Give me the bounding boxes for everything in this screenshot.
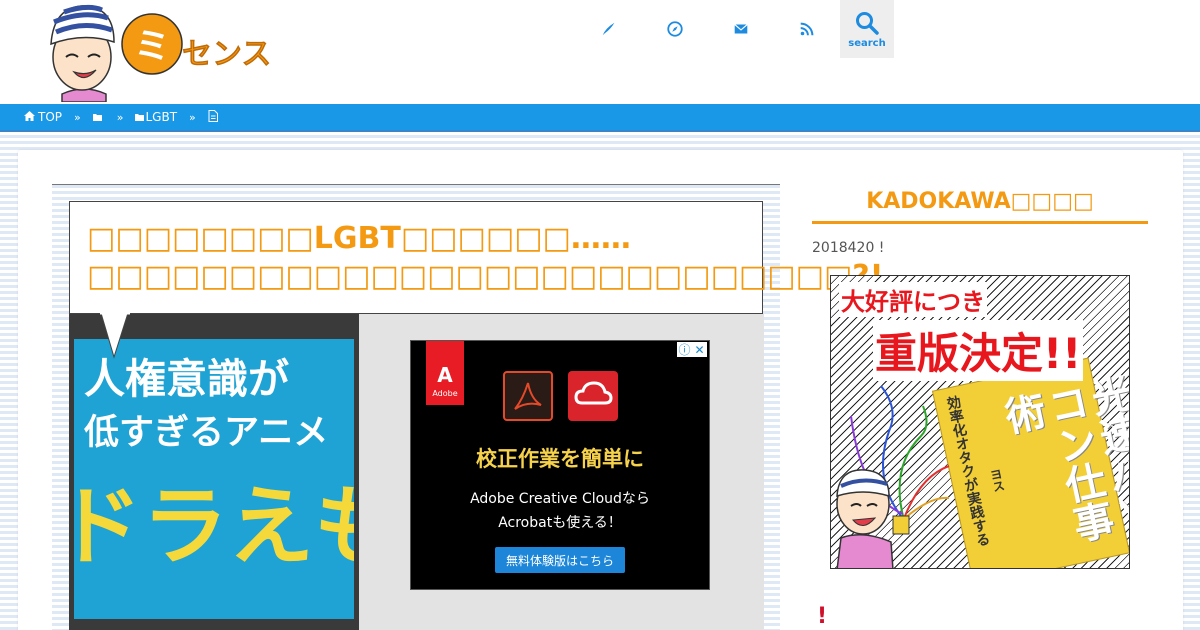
nav-write[interactable] [576, 0, 642, 58]
search-button[interactable]: search [840, 0, 894, 58]
ad-cta-button[interactable]: 無料体験版はこちら [495, 547, 625, 573]
sidebar-next-heading: ! [817, 604, 828, 629]
article-title-bubble: □□□□□□□□LGBT□□□□□□……□□□□□□□□□□□□□□□□□□□□… [69, 201, 884, 314]
logo-badge: ミ [134, 26, 170, 67]
breadcrumb-category-label: LGBT [145, 110, 178, 124]
home-icon [24, 110, 35, 124]
adobe-ad[interactable]: A Adobe ⓘ ✕ 校正作業を簡単に Adobe Creative Clou… [410, 340, 710, 590]
search-label: search [848, 37, 886, 49]
nav-explore[interactable] [642, 0, 708, 58]
compass-icon [667, 21, 683, 37]
breadcrumb: TOP » » LGBT » [0, 104, 1200, 132]
breadcrumb-separator: » [74, 110, 81, 124]
mail-icon [734, 24, 748, 34]
nav-rss[interactable] [774, 0, 840, 58]
breadcrumb-separator: » [116, 110, 124, 124]
ad-controls: ⓘ ✕ [677, 342, 707, 357]
ad-body-line2: Acrobatも使える！ [498, 515, 622, 531]
nav-contact[interactable] [708, 0, 774, 58]
ad-body: Adobe Creative Cloudなら Acrobatも使える！ [411, 487, 709, 535]
banner-text-line2: 重版決定!! [873, 320, 1084, 381]
book-cover: 効率化オタクが実践する 光速パソコン仕事術 ヨス [931, 357, 1130, 568]
breadcrumb-home-label: TOP [38, 110, 63, 124]
acrobat-app-icon [503, 371, 553, 421]
sidebar-heading: KADOKAWA□□□□ [812, 186, 1148, 224]
header-nav: search [576, 0, 894, 58]
article-title: □□□□□□□□LGBT□□□□□□……□□□□□□□□□□□□□□□□□□□□… [87, 221, 884, 294]
folder-icon [92, 110, 102, 124]
ad-headline: 校正作業を簡単に [476, 447, 644, 471]
breadcrumb-current [208, 109, 221, 125]
breadcrumb-parent-category[interactable] [92, 110, 105, 124]
book-banner[interactable]: 効率化オタクが実践する 光速パソコン仕事術 ヨス 大好評につき 重版決定!! [830, 275, 1130, 569]
sidebar-date-text: 2018420 ! [812, 240, 885, 256]
breadcrumb-separator: » [189, 110, 196, 124]
book-title: 光速パソコン仕事術 [995, 371, 1130, 547]
eyecatch-image: 人権意識が 低すぎるアニメ ドラえも [74, 339, 354, 619]
folder-icon [135, 110, 145, 124]
site-header: ミ センス search [0, 0, 1200, 104]
rss-icon [800, 22, 814, 36]
breadcrumb-category[interactable]: LGBT [135, 110, 177, 124]
eyecatch-text-line2: 低すぎるアニメ [84, 413, 329, 453]
adobe-logo-word: Adobe [432, 389, 458, 398]
breadcrumb-home[interactable]: TOP [24, 110, 62, 124]
info-icon[interactable]: ⓘ [677, 342, 692, 357]
document-icon [208, 109, 218, 125]
confetti-illustration [836, 385, 950, 568]
pen-icon [602, 22, 615, 36]
logo-text: センス [182, 37, 271, 72]
book-author: ヨス [987, 467, 1007, 494]
adobe-logo-letter: A [437, 363, 453, 387]
close-icon[interactable]: ✕ [692, 342, 707, 357]
adobe-logo: A Adobe [426, 341, 464, 405]
eyecatch-text-line1: 人権意識が [84, 355, 289, 403]
speech-bubble-tail [100, 313, 130, 359]
ad-body-line1: Adobe Creative Cloudなら [470, 491, 650, 507]
search-icon [856, 11, 879, 35]
eyecatch-text-line3: ドラえも [74, 477, 354, 577]
creative-cloud-icon [568, 371, 618, 421]
banner-text-line1: 大好評につき [839, 282, 987, 317]
site-logo[interactable]: ミ センス [44, 2, 289, 103]
